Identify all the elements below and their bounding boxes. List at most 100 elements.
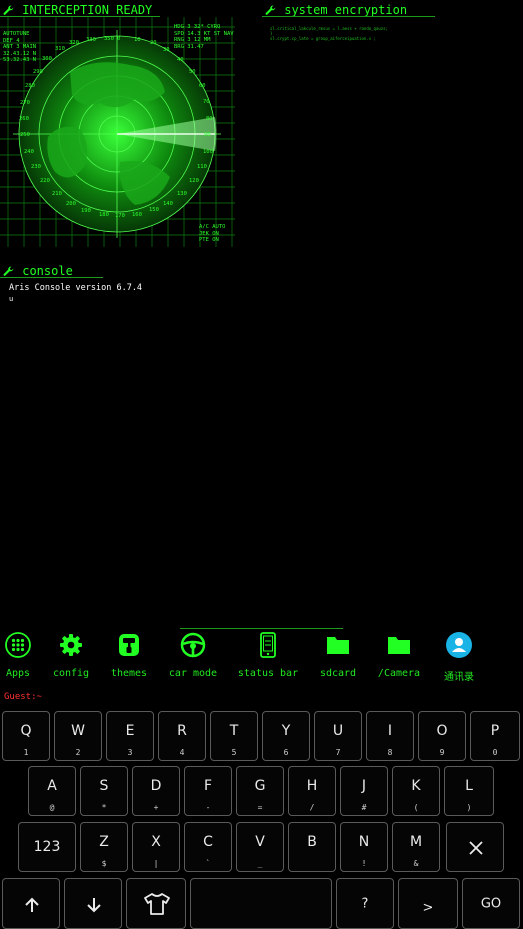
space-key[interactable] <box>190 878 332 929</box>
dock-item-themes[interactable]: themes <box>94 632 164 679</box>
key-o[interactable]: O9 <box>418 711 466 761</box>
arrow-up-icon <box>25 897 39 912</box>
key-j[interactable]: J # <box>340 766 388 816</box>
readout-line: BRG 31.47 <box>174 43 204 50</box>
dock-label: status bar <box>237 668 299 679</box>
key-k[interactable]: K( <box>392 766 440 816</box>
arrow-up-key[interactable] <box>2 878 60 929</box>
bearing-label: 190 <box>81 208 91 214</box>
dock-item-status-bar[interactable]: status bar <box>233 632 303 679</box>
key-b[interactable]: B <box>288 822 336 872</box>
bearing-label: 80 <box>206 116 213 122</box>
key-n[interactable]: N! <box>340 822 388 872</box>
key-x[interactable]: X | <box>132 822 180 872</box>
key-sublabel: ! <box>361 859 367 868</box>
radar-panel-header: INTERCEPTION READY <box>2 3 152 17</box>
key-sublabel: - <box>205 803 211 812</box>
key-label: > <box>422 900 434 916</box>
dock-label: sdcard <box>319 668 357 679</box>
radar-panel-title: INTERCEPTION READY <box>22 3 153 17</box>
bearing-label: 210 <box>52 191 62 197</box>
key-sublabel: * <box>101 803 107 812</box>
key-s[interactable]: S * <box>80 766 128 816</box>
readout-line: PTE ON <box>199 237 219 243</box>
console-panel[interactable]: console Aris Console version 6.7.4 u <box>0 262 523 622</box>
radar-right-readout: HDG 3 32* CYRQ SPD 14.3 KT ST NAV RNG 3 … <box>174 24 234 50</box>
key-r[interactable]: R4 <box>158 711 206 761</box>
folder-icon <box>327 637 349 654</box>
bearing-label: 30 <box>163 47 170 53</box>
key-label: Q <box>20 723 32 739</box>
console-title-underline <box>0 277 103 278</box>
bearing-label: 20 <box>150 40 157 46</box>
key-d[interactable]: D + <box>132 766 180 816</box>
bearing-label: 240 <box>24 149 34 155</box>
key-c[interactable]: C ` <box>184 822 232 872</box>
key-g[interactable]: G = <box>236 766 284 816</box>
tshirt-icon <box>144 893 170 915</box>
bearing-label: 70 <box>203 99 210 105</box>
theme-key[interactable] <box>126 878 186 929</box>
radar-panel: INTERCEPTION READY 350 0 10 20 30 40 50 … <box>0 0 240 255</box>
backspace-key[interactable] <box>446 822 504 872</box>
key-sublabel: 5 <box>231 748 237 757</box>
key-label: J <box>361 778 367 794</box>
key-sublabel: 1 <box>23 748 29 757</box>
close-icon <box>469 841 483 855</box>
bearing-label: 310 <box>55 46 65 52</box>
key-label: E <box>125 723 135 739</box>
arrow-down-key[interactable] <box>64 878 122 929</box>
dock-item-car-mode[interactable]: car mode <box>158 632 228 679</box>
code-line: sl.crypt.cp_late = group_aiferceipuation… <box>270 36 376 41</box>
key-p[interactable]: P0 <box>470 711 520 761</box>
key-w[interactable]: W2 <box>54 711 102 761</box>
key-v[interactable]: V _ <box>236 822 284 872</box>
key-sublabel: 3 <box>127 748 133 757</box>
go-key[interactable]: GO <box>462 878 520 929</box>
key-label: ? <box>361 896 369 911</box>
key-label: M <box>409 834 423 850</box>
bearing-label: 160 <box>132 212 142 218</box>
gear-icon <box>60 634 82 656</box>
question-key[interactable]: ? <box>336 878 394 929</box>
key-y[interactable]: Y6 <box>262 711 310 761</box>
bearing-label: 220 <box>40 178 50 184</box>
key-t[interactable]: T5 <box>210 711 258 761</box>
phone-icon <box>260 632 276 658</box>
key-h[interactable]: H / <box>288 766 336 816</box>
paint-roller-icon <box>119 634 139 656</box>
shell-prompt[interactable]: Guest:~ <box>4 692 42 702</box>
key-sublabel: # <box>361 803 367 812</box>
key-l[interactable]: L) <box>444 766 494 816</box>
dock-item-sdcard[interactable]: sdcard <box>303 632 373 679</box>
key-label: O <box>436 723 448 739</box>
key-label: R <box>177 723 187 739</box>
greater-than-key[interactable]: > <box>398 878 458 929</box>
key-label: GO <box>480 896 502 911</box>
folder-icon <box>388 637 410 654</box>
numbers-key[interactable]: 123 <box>18 822 76 872</box>
bearing-label: 0 <box>117 36 121 42</box>
key-i[interactable]: I8 <box>366 711 414 761</box>
key-sublabel: 8 <box>387 748 393 757</box>
dock-label: themes <box>110 668 148 679</box>
key-sublabel: 0 <box>492 748 498 757</box>
key-u[interactable]: U7 <box>314 711 362 761</box>
key-sublabel: @ <box>49 803 55 812</box>
key-z[interactable]: Z $ <box>80 822 128 872</box>
key-e[interactable]: E3 <box>106 711 154 761</box>
bearing-label: 320 <box>69 40 79 46</box>
key-q[interactable]: Q1 <box>2 711 50 761</box>
contact-avatar-icon <box>446 632 472 658</box>
key-sublabel: ) <box>466 803 472 812</box>
bearing-label: 150 <box>149 207 159 213</box>
key-m[interactable]: M & <box>392 822 440 872</box>
bearing-label: 270 <box>20 100 30 106</box>
key-sublabel: / <box>309 803 315 812</box>
key-f[interactable]: F- <box>184 766 232 816</box>
key-label: X <box>151 834 161 850</box>
dock-item-contacts[interactable]: 通讯录 <box>424 632 494 683</box>
bearing-label: 170 <box>115 213 125 219</box>
key-a[interactable]: A @ <box>28 766 76 816</box>
console-output: Aris Console version 6.7.4 u <box>9 283 142 305</box>
